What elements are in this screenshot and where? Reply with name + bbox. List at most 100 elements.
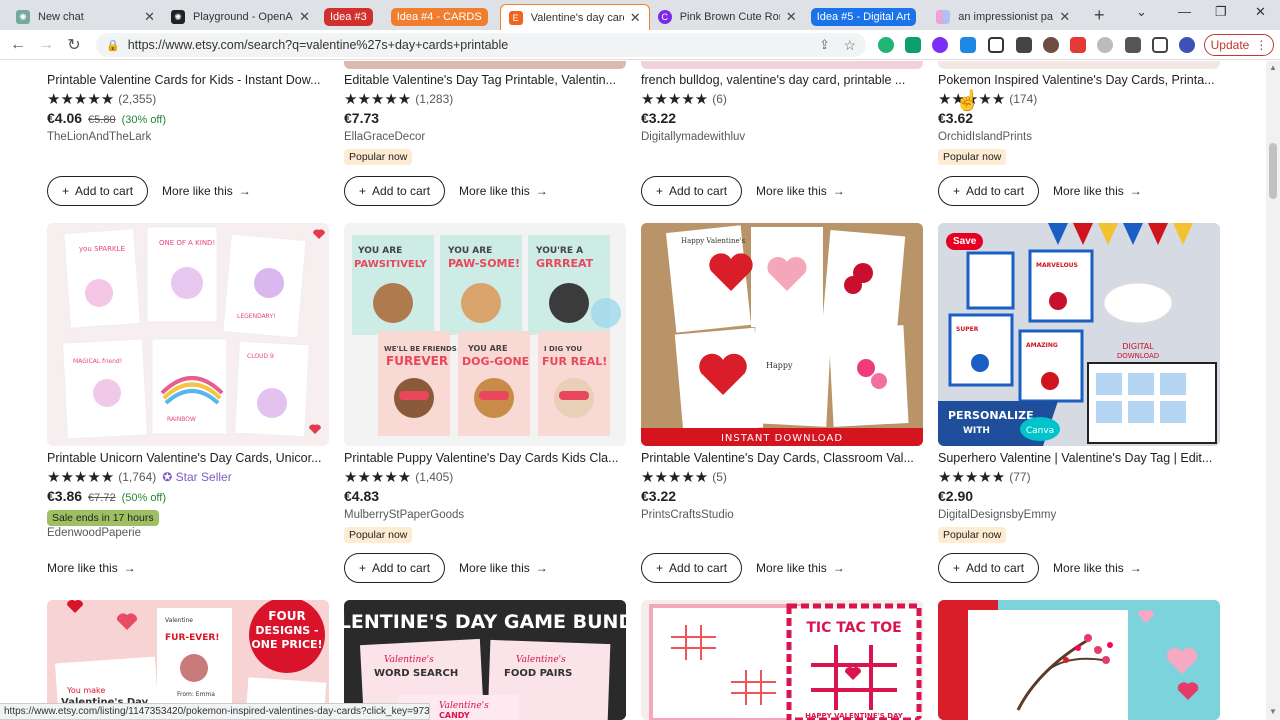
more-like-this-link[interactable]: More like this → [1053,184,1142,198]
close-icon[interactable]: ✕ [786,9,797,25]
pinterest-save-button[interactable]: Save [946,233,984,250]
download-icon[interactable] [960,37,976,53]
reload-icon[interactable]: ↻ [60,35,88,55]
close-icon[interactable]: ✕ [1059,9,1070,25]
maximize-button[interactable]: ❐ [1215,4,1227,20]
listing-title[interactable]: Printable Valentine's Day Cards, Classro… [641,450,923,466]
shop-name[interactable]: EllaGraceDecor [344,131,626,147]
tab-playground[interactable]: ✺ Playground - OpenAI API ✕ [163,4,318,30]
scrollbar-thumb[interactable] [1269,143,1277,199]
listing-card[interactable]: french bulldog, valentine's day card, pr… [641,72,923,147]
add-to-cart-button[interactable]: + Add to cart [938,553,1040,583]
listing-image[interactable] [938,600,1220,720]
extension-icon[interactable] [1070,37,1086,53]
add-to-cart-button[interactable]: + Add to cart [344,176,446,206]
more-like-this-link[interactable]: More like this → [1053,561,1142,575]
extension-icon[interactable] [905,37,921,53]
bookmark-star-icon[interactable]: ☆ [843,37,856,54]
tab-valentines[interactable]: E Valentine's day cards printable ✕ [499,4,650,30]
add-to-cart-button[interactable]: + Add to cart [344,553,446,583]
listing-title[interactable]: Printable Unicorn Valentine's Day Cards,… [47,450,329,466]
tab-group-idea3[interactable]: Idea #3 [318,4,385,30]
sidebar-icon[interactable] [1152,37,1168,53]
tab-pink-brown[interactable]: C Pink Brown Cute Romantic ✕ [650,4,805,30]
rating: ★★★★★ (1,764) ✪ Star Seller [47,468,329,486]
scroll-down-icon[interactable]: ▼ [1269,707,1277,716]
share-icon[interactable]: ⇪ [819,37,830,53]
shop-name[interactable]: MulberryStPaperGoods [344,509,626,525]
listing-card[interactable]: Pokemon Inspired Valentine's Day Cards, … [938,72,1220,165]
extension-icon[interactable] [932,37,948,53]
shop-name[interactable]: PrintsCraftsStudio [641,509,923,525]
group-label: Idea #3 [324,8,373,26]
extension-icon[interactable] [988,37,1004,53]
more-like-this-link[interactable]: More like this → [459,561,548,575]
svg-text:MARVELOUS: MARVELOUS [1036,262,1078,269]
eyedropper-icon[interactable] [1016,37,1032,53]
tab-new-chat[interactable]: ✺ New chat ✕ [8,4,163,30]
listing-image[interactable]: TIC TAC TOE HAPPY VALENTINE'S DAY [641,600,923,720]
shop-name[interactable]: EdenwoodPaperie [47,527,329,543]
listing-card[interactable]: Printable Valentine Cards for Kids - Ins… [47,72,329,147]
listing-card[interactable]: Superhero Valentine | Valentine's Day Ta… [938,450,1220,543]
listing-image[interactable]: FOUR DESIGNS - ONE PRICE! You make Valen… [47,600,329,720]
avatar[interactable] [1179,37,1195,53]
listing-card[interactable]: Printable Puppy Valentine's Day Cards Ki… [344,450,626,543]
listing-image[interactable]: MARVELOUS SUPER AMAZING DIGITAL DOWNLOAD… [938,223,1220,446]
grammarly-icon[interactable] [878,37,894,53]
scroll-up-icon[interactable]: ▲ [1269,63,1277,72]
listing-title[interactable]: Superhero Valentine | Valentine's Day Ta… [938,450,1220,466]
add-to-cart-button[interactable]: + Add to cart [641,176,743,206]
shop-name[interactable]: TheLionAndTheLark [47,131,329,147]
vertical-scrollbar[interactable]: ▲ ▼ [1266,61,1280,720]
shop-name[interactable]: OrchidIslandPrints [938,131,1220,147]
svg-text:Valentine's: Valentine's [439,701,489,711]
shop-name[interactable]: Digitallymadewithluv [641,131,923,147]
listing-image[interactable]: Happy Happy Valentine's INSTANT DOWNLOAD [641,223,923,446]
tab-group-idea4[interactable]: Idea #4 - CARDS [385,4,500,30]
close-window-button[interactable]: ✕ [1255,4,1266,20]
more-like-this-link[interactable]: More like this → [756,184,845,198]
tab-impressionist[interactable]: an impressionist painting ✕ [928,4,1078,30]
add-to-cart-button[interactable]: + Add to cart [641,553,743,583]
listing-card[interactable]: Printable Unicorn Valentine's Day Cards,… [47,450,329,543]
listing-image[interactable]: YOU ARE PAWSITIVELY YOU ARE PAW-SOME! YO… [344,223,626,446]
add-to-cart-button[interactable]: + Add to cart [938,176,1040,206]
listing-card[interactable]: Printable Valentine's Day Cards, Classro… [641,450,923,525]
listing-image[interactable] [641,61,923,69]
more-like-this-link[interactable]: More like this → [756,561,845,575]
more-like-this-link[interactable]: More like this → [162,184,251,198]
forward-arrow-icon[interactable]: → [32,36,60,54]
close-icon[interactable]: ✕ [144,9,155,25]
plus-icon: + [359,561,367,575]
shop-name[interactable]: DigitalDesignsbyEmmy [938,509,1220,525]
extension-icon[interactable] [1097,37,1113,53]
extension-icon[interactable] [1043,37,1059,53]
tab-group-idea5[interactable]: Idea #5 - Digital Art [805,4,929,30]
minimize-button[interactable]: — [1178,4,1191,19]
price: €2.90 [938,488,974,504]
listing-image[interactable] [344,61,626,69]
back-arrow-icon[interactable]: ← [4,36,32,54]
listing-title[interactable]: Printable Puppy Valentine's Day Cards Ki… [344,450,626,466]
update-button[interactable]: Update ⋮ [1204,34,1274,56]
more-like-this-link[interactable]: More like this → [459,184,548,198]
listing-image[interactable]: VALENTINE'S DAY GAME BUNDLE Valentine's … [344,600,626,720]
listing-image[interactable] [938,61,1220,69]
puzzle-icon[interactable] [1125,37,1141,53]
listing-title[interactable]: Editable Valentine's Day Tag Printable, … [344,72,626,88]
price-row: €2.90 [938,488,1220,508]
listing-image[interactable]: you SPARKLE ONE OF A KIND! LEGENDARY! MA… [47,223,329,446]
new-tab-button[interactable]: + [1086,5,1112,26]
listing-card[interactable]: Editable Valentine's Day Tag Printable, … [344,72,626,165]
tab-search-icon[interactable]: ⌄ [1136,4,1147,20]
listing-title[interactable]: french bulldog, valentine's day card, pr… [641,72,923,88]
more-like-this-link[interactable]: More like this → [47,561,136,575]
svg-text:PAW-SOME!: PAW-SOME! [448,257,520,270]
listing-title[interactable]: Printable Valentine Cards for Kids - Ins… [47,72,329,88]
add-to-cart-button[interactable]: + Add to cart [47,176,149,206]
listing-title[interactable]: Pokemon Inspired Valentine's Day Cards, … [938,72,1220,88]
close-icon[interactable]: ✕ [299,9,310,25]
address-bar[interactable]: 🔒 https://www.etsy.com/search?q=valentin… [96,33,866,57]
close-icon[interactable]: ✕ [630,10,641,26]
